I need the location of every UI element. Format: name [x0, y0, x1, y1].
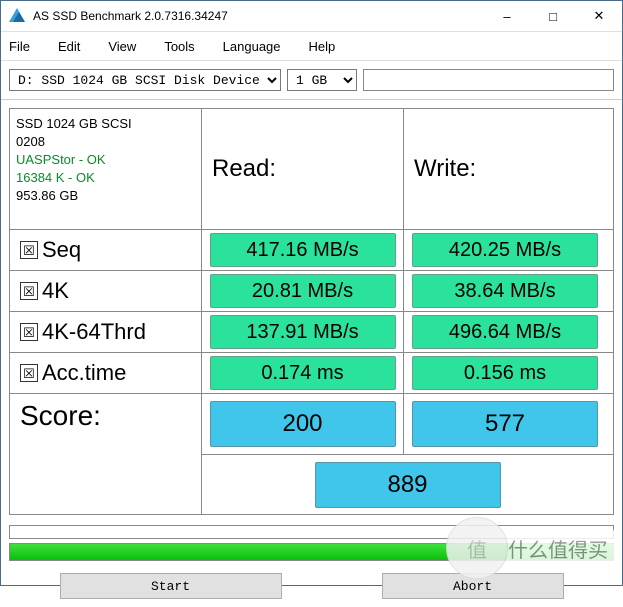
score-total: 889	[315, 462, 501, 508]
drive-info: SSD 1024 GB SCSI 0208 UASPStor - OK 1638…	[10, 109, 202, 229]
acc-checkbox[interactable]: ☒	[20, 364, 38, 382]
menu-language[interactable]: Language	[223, 39, 281, 54]
results-panel: SSD 1024 GB SCSI 0208 UASPStor - OK 1638…	[9, 108, 614, 515]
app-window: AS SSD Benchmark 2.0.7316.34247 – □ ✕ Fi…	[0, 0, 623, 586]
drive-rev: 0208	[16, 133, 45, 151]
menu-view[interactable]: View	[108, 39, 136, 54]
watermark: 值 什么值得买	[446, 517, 616, 579]
menu-tools[interactable]: Tools	[164, 39, 194, 54]
start-button[interactable]: Start	[60, 573, 282, 599]
4k-checkbox[interactable]: ☒	[20, 282, 38, 300]
score-write: 577	[412, 401, 598, 447]
minimize-button[interactable]: –	[484, 1, 530, 31]
4k64-label: 4K-64Thrd	[42, 319, 146, 345]
4k-write: 38.64 MB/s	[412, 274, 598, 308]
disk-select[interactable]: D: SSD 1024 GB SCSI Disk Device	[9, 69, 281, 91]
4k-read: 20.81 MB/s	[210, 274, 396, 308]
acc-read: 0.174 ms	[210, 356, 396, 390]
close-button[interactable]: ✕	[576, 1, 622, 31]
watermark-logo: 值	[446, 517, 508, 579]
window-title: AS SSD Benchmark 2.0.7316.34247	[33, 9, 484, 23]
acc-label: Acc.time	[42, 360, 126, 386]
4k64-read: 137.91 MB/s	[210, 315, 396, 349]
seq-label: Seq	[42, 237, 81, 263]
size-select[interactable]: 1 GB	[287, 69, 357, 91]
4k-label: 4K	[42, 278, 69, 304]
menu-help[interactable]: Help	[309, 39, 336, 54]
score-read: 200	[210, 401, 396, 447]
menu-file[interactable]: File	[9, 39, 30, 54]
read-header: Read:	[202, 149, 403, 189]
toolbar: D: SSD 1024 GB SCSI Disk Device 1 GB	[1, 61, 622, 100]
drive-driver: UASPStor - OK	[16, 151, 106, 169]
drive-name: SSD 1024 GB SCSI	[16, 115, 132, 133]
title-bar: AS SSD Benchmark 2.0.7316.34247 – □ ✕	[1, 1, 622, 32]
4k64-write: 496.64 MB/s	[412, 315, 598, 349]
drive-align: 16384 K - OK	[16, 169, 95, 187]
menu-edit[interactable]: Edit	[58, 39, 80, 54]
drive-capacity: 953.86 GB	[16, 187, 78, 205]
write-header: Write:	[404, 149, 606, 189]
4k64-checkbox[interactable]: ☒	[20, 323, 38, 341]
score-label: Score:	[16, 396, 105, 436]
seq-write: 420.25 MB/s	[412, 233, 598, 267]
maximize-button[interactable]: □	[530, 1, 576, 31]
watermark-text: 什么值得买	[500, 530, 616, 567]
menu-bar: File Edit View Tools Language Help	[1, 32, 622, 61]
toolbar-progress	[363, 69, 614, 91]
seq-checkbox[interactable]: ☒	[20, 241, 38, 259]
seq-read: 417.16 MB/s	[210, 233, 396, 267]
app-icon	[7, 6, 27, 26]
acc-write: 0.156 ms	[412, 356, 598, 390]
